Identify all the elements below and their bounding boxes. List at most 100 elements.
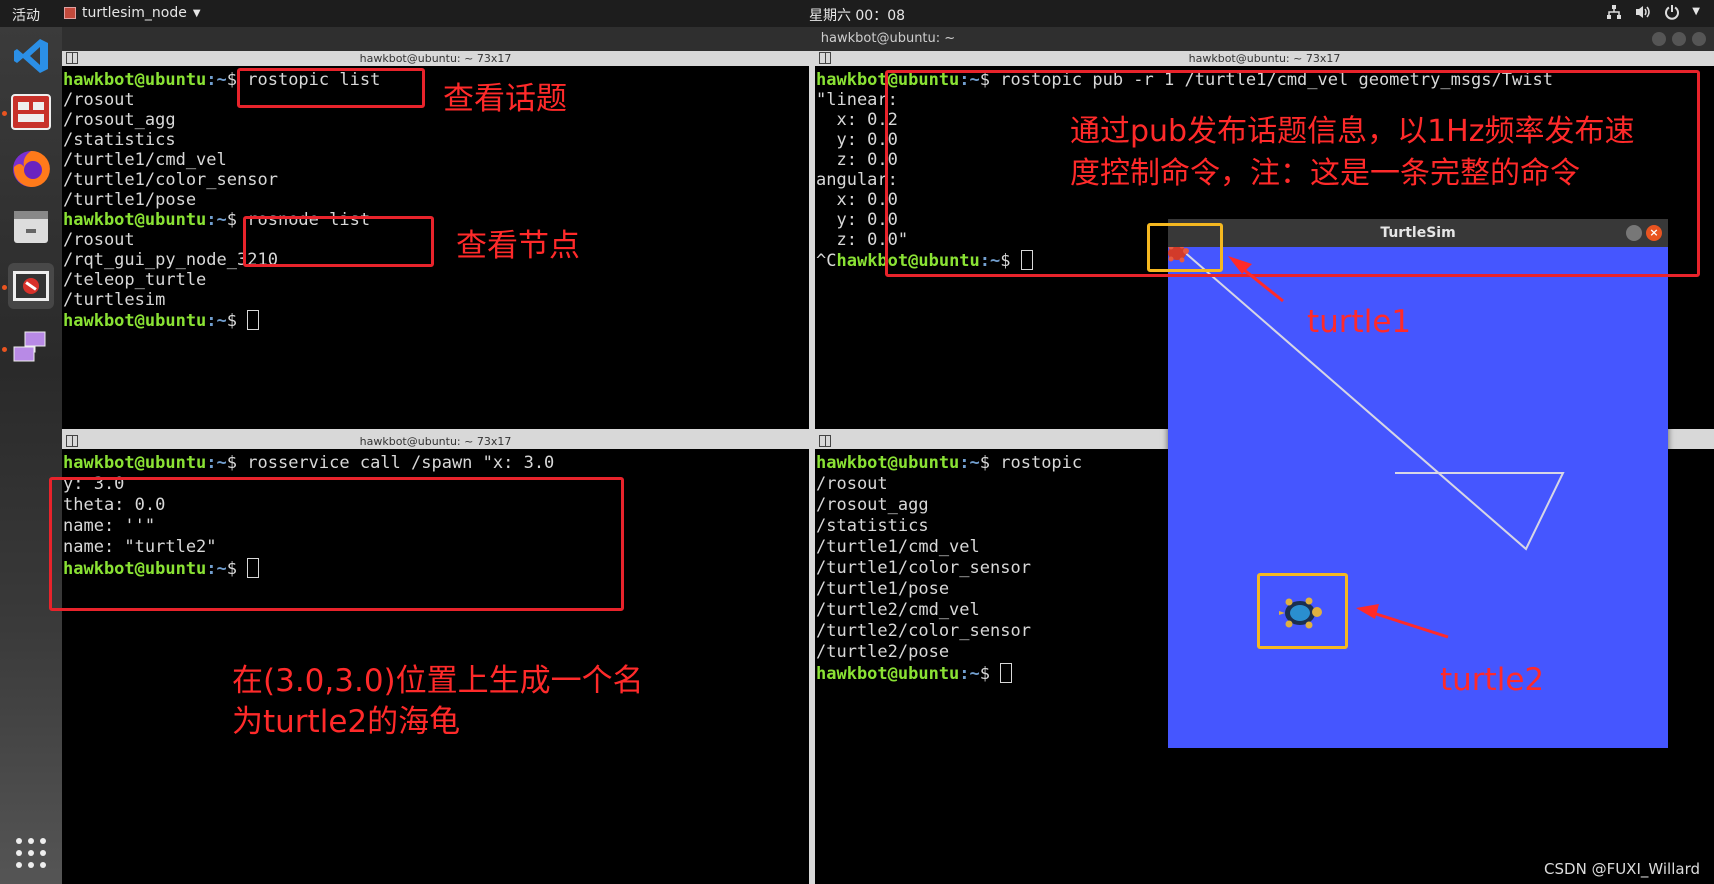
prompt-path: :~ xyxy=(959,664,980,684)
pane-header: hawkbot@ubuntu: ~ 73x17 xyxy=(62,434,809,449)
terminal-titlebar[interactable]: hawkbot@ubuntu: ~ xyxy=(62,27,1714,51)
volume-icon[interactable] xyxy=(1634,4,1652,24)
terminal-line: /rosout xyxy=(63,230,135,250)
system-tray[interactable]: ▼ xyxy=(1606,4,1700,24)
split-icon[interactable] xyxy=(66,435,78,447)
app-menu[interactable]: turtlesim_node ▼ xyxy=(64,5,201,21)
terminal-line: theta: 0.0 xyxy=(63,495,166,515)
turtle2-icon xyxy=(1279,597,1322,629)
dock-firefox[interactable] xyxy=(8,145,54,191)
turtle2-label: turtle2 xyxy=(1440,662,1545,698)
prompt-user-host: hawkbot@ubuntu xyxy=(63,70,207,90)
terminal-line: hawkbot@ubuntu:~$ rosnode list xyxy=(63,210,808,230)
command-text: $ xyxy=(226,311,248,331)
dock-files[interactable] xyxy=(8,203,54,249)
firefox-icon xyxy=(13,150,50,187)
terminal-line: /turtle1/pose xyxy=(63,190,197,210)
prompt-user-host: hawkbot@ubuntu xyxy=(816,664,960,684)
prompt-path: :~ xyxy=(959,453,980,473)
spawn-annotation: 在(3.0,3.0)位置上生成一个名 为turtle2的海龟 xyxy=(232,663,644,740)
prompt-user-host: hawkbot@ubuntu xyxy=(63,453,207,473)
pane-header: hawkbot@ubuntu: ~ 73x17 xyxy=(62,51,809,66)
split-icon[interactable] xyxy=(66,52,78,64)
command-text: $ rostopic pub -r 1 /turtle1/cmd_vel geo… xyxy=(979,70,1553,90)
command-text: $ rosservice call /spawn "x: 3.0 xyxy=(226,453,555,473)
dock-network[interactable] xyxy=(8,325,54,371)
prompt-user-host: hawkbot@ubuntu xyxy=(63,559,207,579)
pub-annotation: 通过pub发布话题信息，以1Hz频率发布速 度控制命令，注：这是一条完整的命令 xyxy=(1070,114,1635,191)
terminal-output[interactable]: hawkbot@ubuntu:~$ rostopic list/rosout/r… xyxy=(62,67,809,429)
turtle1-label: turtle1 xyxy=(1307,304,1412,340)
pane-header-title: hawkbot@ubuntu: ~ 73x17 xyxy=(1188,52,1341,65)
split-icon[interactable] xyxy=(819,435,831,447)
pane-bottom-left[interactable]: hawkbot@ubuntu: ~ 73x17 hawkbot@ubuntu:~… xyxy=(62,434,809,884)
terminal-line: hawkbot@ubuntu:~$ rosservice call /spawn… xyxy=(63,453,808,474)
prompt-path: :~ xyxy=(979,251,1001,271)
terminal-line: /turtle1/color_sensor xyxy=(63,170,278,190)
pane-top-left[interactable]: hawkbot@ubuntu: ~ 73x17 hawkbot@ubuntu:~… xyxy=(62,51,809,429)
no-entry-screen-icon xyxy=(13,271,49,301)
terminal-line: hawkbot@ubuntu:~$ rostopic pub -r 1 /tur… xyxy=(816,70,1713,90)
terminal-line: /rqt_gui_py_node_3210 xyxy=(63,250,278,270)
close-button[interactable]: × xyxy=(1646,225,1662,241)
text-cursor xyxy=(247,558,260,578)
vscode-icon xyxy=(14,39,48,73)
terminal-line: /rosout xyxy=(63,90,135,110)
terminal-line: /turtle1/cmd_vel xyxy=(63,150,227,170)
turtlesim-titlebar[interactable]: TurtleSim × xyxy=(1168,219,1668,247)
prompt-user-host: hawkbot@ubuntu xyxy=(836,251,980,271)
terminal-line: hawkbot@ubuntu:~$ xyxy=(63,558,808,580)
text-cursor xyxy=(1020,250,1033,270)
terminal-line: /statistics xyxy=(63,130,176,150)
dock-terminal-red[interactable] xyxy=(8,89,54,135)
turtlesim-canvas[interactable] xyxy=(1168,247,1668,748)
network-icon[interactable] xyxy=(1606,4,1622,24)
terminal-title: hawkbot@ubuntu: ~ xyxy=(820,31,956,46)
command-text: $ xyxy=(226,559,248,579)
command-text: $ rosnode list xyxy=(226,210,371,230)
remote-desktop-icon xyxy=(11,94,51,130)
node-annotation: 查看节点 xyxy=(456,228,580,264)
prompt-path: :~ xyxy=(206,70,227,90)
split-icon[interactable] xyxy=(819,52,831,64)
top-bar: 活动 turtlesim_node ▼ 星期六 00：08 ▼ xyxy=(0,0,1714,27)
dock xyxy=(0,27,62,884)
prompt-user-host: hawkbot@ubuntu xyxy=(816,453,960,473)
terminal-line: "linear: xyxy=(816,90,898,110)
terminal-line: /turtlesim xyxy=(63,290,166,310)
chevron-down-icon[interactable]: ▼ xyxy=(1692,4,1700,24)
power-icon[interactable] xyxy=(1664,4,1680,24)
terminal-line: y: 3.0 xyxy=(63,474,125,494)
watermark: CSDN @FUXI_Willard xyxy=(1544,860,1700,878)
maximize-button[interactable] xyxy=(1672,32,1686,46)
text-cursor xyxy=(1000,663,1013,683)
turtlesim-app-icon xyxy=(64,7,76,19)
turtlesim-window[interactable]: TurtleSim × xyxy=(1168,219,1668,748)
minimize-button[interactable] xyxy=(1652,32,1666,46)
prompt-path: :~ xyxy=(959,70,980,90)
dock-turtlesim[interactable] xyxy=(8,263,54,309)
activities-button[interactable]: 活动 xyxy=(12,5,40,25)
turtlesim-title: TurtleSim xyxy=(1380,225,1456,241)
turtle1-icon xyxy=(1168,247,1189,263)
network-monitor-icon xyxy=(13,331,46,362)
ctrl-c-marker: ^C xyxy=(816,251,837,271)
terminal-line: /rosout_agg xyxy=(63,110,176,130)
terminal-line: name: ''" xyxy=(63,516,156,536)
terminal-line: hawkbot@ubuntu:~$ rostopic list xyxy=(63,70,808,90)
minimize-button[interactable] xyxy=(1626,225,1642,241)
terminal-line: /teleop_turtle xyxy=(63,270,207,290)
chevron-down-icon: ▼ xyxy=(192,7,201,19)
show-applications-button[interactable] xyxy=(8,830,54,876)
pane-header: hawkbot@ubuntu: ~ 73x17 xyxy=(815,51,1714,66)
dock-vscode[interactable] xyxy=(8,33,54,79)
file-cabinet-icon xyxy=(14,211,48,243)
pane-divider-vertical[interactable] xyxy=(809,51,815,884)
prompt-user-host: hawkbot@ubuntu xyxy=(816,70,960,90)
command-text: $ rostopic list xyxy=(226,70,381,90)
command-text: $ xyxy=(1000,251,1021,271)
close-button[interactable] xyxy=(1692,32,1706,46)
prompt-path: :~ xyxy=(206,311,227,331)
pane-header-title: hawkbot@ubuntu: ~ 73x17 xyxy=(359,52,512,65)
clock[interactable]: 星期六 00：08 xyxy=(0,5,1714,25)
